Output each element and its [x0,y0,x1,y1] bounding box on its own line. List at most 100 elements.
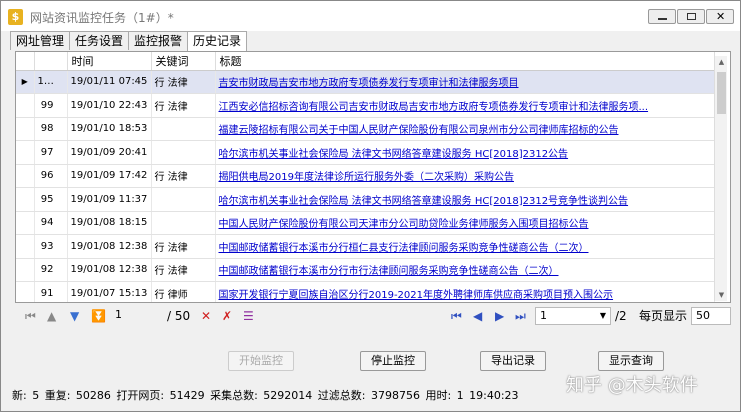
row-keyword: 行 法律 [151,164,216,188]
maximize-icon [687,13,696,20]
row-time: 19/01/08 12:38 [67,234,152,259]
record-navigator: ⏮ ▲ ▼ ⏬ 1 / 50 ✕ ✗ ☰ ⏮ ◀ ▶ ⏭ 1 ▼ /2 每页显示… [15,306,731,326]
export-records-button[interactable]: 导出记录 [480,351,546,371]
row-keyword: 行 法律 [151,234,216,259]
table-row[interactable]: 95 19/01/09 11:37 哈尔滨市机关事业社会保险局 法律文书网络答章建设… [16,187,715,212]
next-record-icon[interactable]: ▼ [70,308,79,324]
next-page-icon[interactable]: ▶ [495,308,504,324]
app-window: $ 网站资讯监控任务（1#）* ✕ 网址管理 任务设置 监控报警 历史记录 时间… [0,0,741,412]
row-id: 96 [34,164,68,188]
row-indicator-icon [16,140,35,165]
row-time: 19/01/11 07:45 [67,70,152,94]
row-title-link[interactable]: 中国邮政储蓄银行本溪市分行市行法律顾问服务采购竞争性磋商公告（二次） [215,258,715,282]
table-body: ▶ 100 19/01/11 07:45 行 法律 吉安市财政局吉安市地方政府专项债券发… [16,70,715,302]
row-time: 19/01/09 11:37 [67,187,152,212]
first-record-icon[interactable]: ⏮ [25,308,36,324]
row-indicator-icon [16,258,35,282]
row-indicator-icon [16,93,35,118]
row-id: 99 [34,93,68,118]
scroll-thumb[interactable] [717,72,726,114]
row-title-link[interactable]: 中国人民财产保险股份有限公司天津市分公司助贷险业务律师服务入围项目招标公告 [215,211,715,235]
row-title-link[interactable]: 吉安市财政局吉安市地方政府专项债券发行专项审计和法律服务项目 [215,70,715,94]
row-id: 98 [34,117,68,141]
row-title-link[interactable]: 江西安必信招标咨询有限公司吉安市财政局吉安市地方政府专项债券发行专项审计和法律服… [215,93,715,118]
chevron-down-icon: ▼ [599,311,606,320]
row-title-link[interactable]: 哈尔滨市机关事业社会保险局 法律文书网络答章建设服务 HC[2018]2312号… [215,187,715,212]
first-page-icon[interactable]: ⏮ [451,308,462,324]
row-title-link[interactable]: 哈尔滨市机关事业社会保险局 法律文书网络答章建设服务 HC[2018]2312公… [215,140,715,165]
row-keyword: 行 律师 [151,281,216,302]
header-indicator [16,52,35,71]
table-row[interactable]: 91 19/01/07 15:13 行 律师 国家开发银行宁夏回族自治区分行2019-… [16,281,715,302]
row-title-link[interactable]: 中国邮政储蓄银行本溪市分行桓仁县支行法律顾问服务采购竞争性磋商公告（二次） [215,234,715,259]
scroll-down-icon[interactable]: ▼ [717,291,726,299]
table-row[interactable]: 93 19/01/08 12:38 行 法律 中国邮政储蓄银行本溪市分行桓仁县支行法律… [16,234,715,259]
header-time[interactable]: 时间 [67,52,152,71]
close-button[interactable]: ✕ [706,9,734,24]
row-keyword [151,117,216,141]
per-page-label: 每页显示 [639,309,688,323]
header-title[interactable]: 标题 [215,52,715,71]
row-time: 19/01/10 22:43 [67,93,152,118]
row-time: 19/01/07 15:13 [67,281,152,302]
table-row[interactable]: 92 19/01/08 12:38 行 法律 中国邮政储蓄银行本溪市分行市行法律顾问服… [16,258,715,282]
vertical-scrollbar[interactable]: ▲ ▼ [714,56,727,301]
start-monitor-button[interactable]: 开始监控 [228,351,294,371]
row-indicator-icon [16,281,35,302]
delete-icon[interactable]: ✕ [201,308,211,324]
delete-all-icon[interactable]: ✗ [222,308,232,324]
row-id: 93 [34,234,68,259]
last-page-icon[interactable]: ⏭ [515,308,526,324]
row-id: 94 [34,211,68,235]
minimize-button[interactable] [648,9,676,24]
window-title: 网站资讯监控任务（1#）* [30,11,174,25]
tab-history[interactable]: 历史记录 [187,31,248,51]
prev-page-icon[interactable]: ◀ [473,308,482,324]
page-total: /2 [615,309,627,323]
database-icon[interactable]: ☰ [243,308,254,324]
row-time: 19/01/09 17:42 [67,164,152,188]
table-row[interactable]: 97 19/01/09 20:41 哈尔滨市机关事业社会保险局 法律文书网络答章建设… [16,140,715,165]
row-title-link[interactable]: 国家开发银行宁夏回族自治区分行2019-2021年度外聘律师库供应商采购项目预入… [215,281,715,302]
row-keyword: 行 法律 [151,258,216,282]
scroll-up-icon[interactable]: ▲ [717,58,726,66]
last-record-icon[interactable]: ⏬ [91,308,106,324]
maximize-button[interactable] [677,9,705,24]
per-page-input[interactable]: 50 [691,307,731,325]
table-header-row: 时间 关键词 标题 [16,52,715,71]
row-time: 19/01/10 18:53 [67,117,152,141]
close-icon: ✕ [716,10,726,23]
table-row[interactable]: 96 19/01/09 17:42 行 法律 揭阳供电局2019年度法律诊所运行服务外… [16,164,715,188]
tab-monitor-alarm[interactable]: 监控报警 [128,31,189,50]
record-number-input[interactable]: 1 [111,307,161,325]
row-indicator-icon [16,117,35,141]
page-select[interactable]: 1 ▼ [535,307,611,325]
row-id: 92 [34,258,68,282]
tab-bar: 网址管理 任务设置 监控报警 历史记录 [10,31,248,51]
prev-record-icon[interactable]: ▲ [47,308,56,324]
table-row[interactable]: 98 19/01/10 18:53 福建云陵招标有限公司关于中国人民财产保险股份有限… [16,117,715,141]
table-row[interactable]: ▶ 100 19/01/11 07:45 行 法律 吉安市财政局吉安市地方政府专项债券发… [16,70,715,94]
tab-task-settings[interactable]: 任务设置 [69,31,130,50]
row-title-link[interactable]: 揭阳供电局2019年度法律诊所运行服务外委（二次采购）采购公告 [215,164,715,188]
history-grid: 时间 关键词 标题 ▶ 100 19/01/11 07:45 行 法律 吉安市财政局吉安… [15,51,731,303]
row-keyword [151,140,216,165]
watermark: 知乎 @木头软件 [566,375,698,396]
row-indicator-icon: ▶ [16,70,35,94]
app-dollar-icon: $ [8,9,23,25]
row-indicator-icon [16,164,35,188]
table-row[interactable]: 94 19/01/08 18:15 中国人民财产保险股份有限公司天津市分公司助贷险业… [16,211,715,235]
record-total: / 50 [167,309,191,323]
row-indicator-icon [16,234,35,259]
show-query-button[interactable]: 显示查询 [598,351,664,371]
row-title-link[interactable]: 福建云陵招标有限公司关于中国人民财产保险股份有限公司泉州市分公司律师库招标的公告 [215,117,715,141]
table-row[interactable]: 99 19/01/10 22:43 行 法律 江西安必信招标咨询有限公司吉安市财政局吉… [16,93,715,118]
row-indicator-icon [16,211,35,235]
history-table: 时间 关键词 标题 ▶ 100 19/01/11 07:45 行 法律 吉安市财政局吉安… [16,52,715,302]
row-keyword [151,187,216,212]
title-bar: $ 网站资讯监控任务（1#）* ✕ [1,1,740,31]
tab-url-management[interactable]: 网址管理 [10,31,71,50]
stop-monitor-button[interactable]: 停止监控 [360,351,426,371]
minimize-icon [658,18,667,20]
header-keyword[interactable]: 关键词 [151,52,216,71]
